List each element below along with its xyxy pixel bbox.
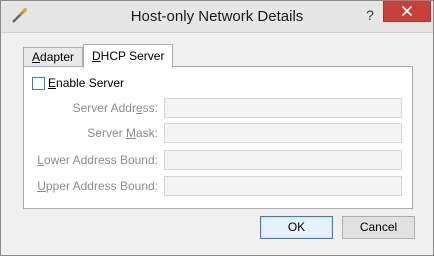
lower-address-bound-label: Lower Address Bound:	[37, 153, 158, 167]
ok-button[interactable]: OK	[260, 216, 333, 239]
server-mask-input[interactable]	[164, 123, 402, 143]
tab-label-mnemonic: A	[32, 50, 41, 64]
tab-adapter[interactable]: Adapter	[23, 47, 84, 67]
tab-label-rest: HCP Server	[100, 49, 165, 63]
server-address-input[interactable]	[164, 98, 402, 118]
label-mnemonic: U	[37, 179, 46, 193]
help-button[interactable]: ?	[359, 5, 381, 25]
label-rest: nable Server	[56, 76, 125, 90]
enable-server-checkbox[interactable]	[32, 77, 45, 90]
server-address-label: Server Address:	[73, 101, 158, 115]
close-button[interactable]	[383, 1, 431, 22]
dhcp-server-panel: Enable Server Server Address: Server Mas…	[23, 66, 413, 209]
label-mnemonic: L	[37, 153, 44, 167]
tab-label-rest: dapter	[40, 50, 75, 64]
label-rest: ss:	[142, 101, 158, 115]
label-pre: Server	[87, 126, 126, 140]
upper-address-bound-input[interactable]	[164, 176, 402, 196]
label-rest: ower Address Bound:	[43, 153, 158, 167]
lower-address-bound-input[interactable]	[164, 150, 402, 170]
label-pre: Server Addr	[72, 101, 136, 115]
tab-label-mnemonic: D	[92, 49, 101, 63]
label-rest: ask:	[135, 126, 158, 140]
enable-server-label[interactable]: Enable Server	[48, 76, 124, 90]
cancel-button[interactable]: Cancel	[342, 216, 415, 239]
server-mask-label: Server Mask:	[87, 126, 158, 140]
label-mnemonic: M	[125, 126, 136, 140]
label-rest: pper Address Bound:	[45, 179, 158, 193]
upper-address-bound-label: Upper Address Bound:	[37, 179, 158, 193]
tab-dhcp-server[interactable]: DHCP Server	[83, 44, 174, 68]
dialog-window: Host-only Network Details ? Adapter DHCP…	[0, 0, 434, 256]
close-icon	[401, 5, 413, 17]
title-bar[interactable]: Host-only Network Details ?	[1, 1, 433, 33]
label-mnemonic: e	[135, 101, 143, 115]
label-mnemonic: E	[48, 76, 57, 90]
